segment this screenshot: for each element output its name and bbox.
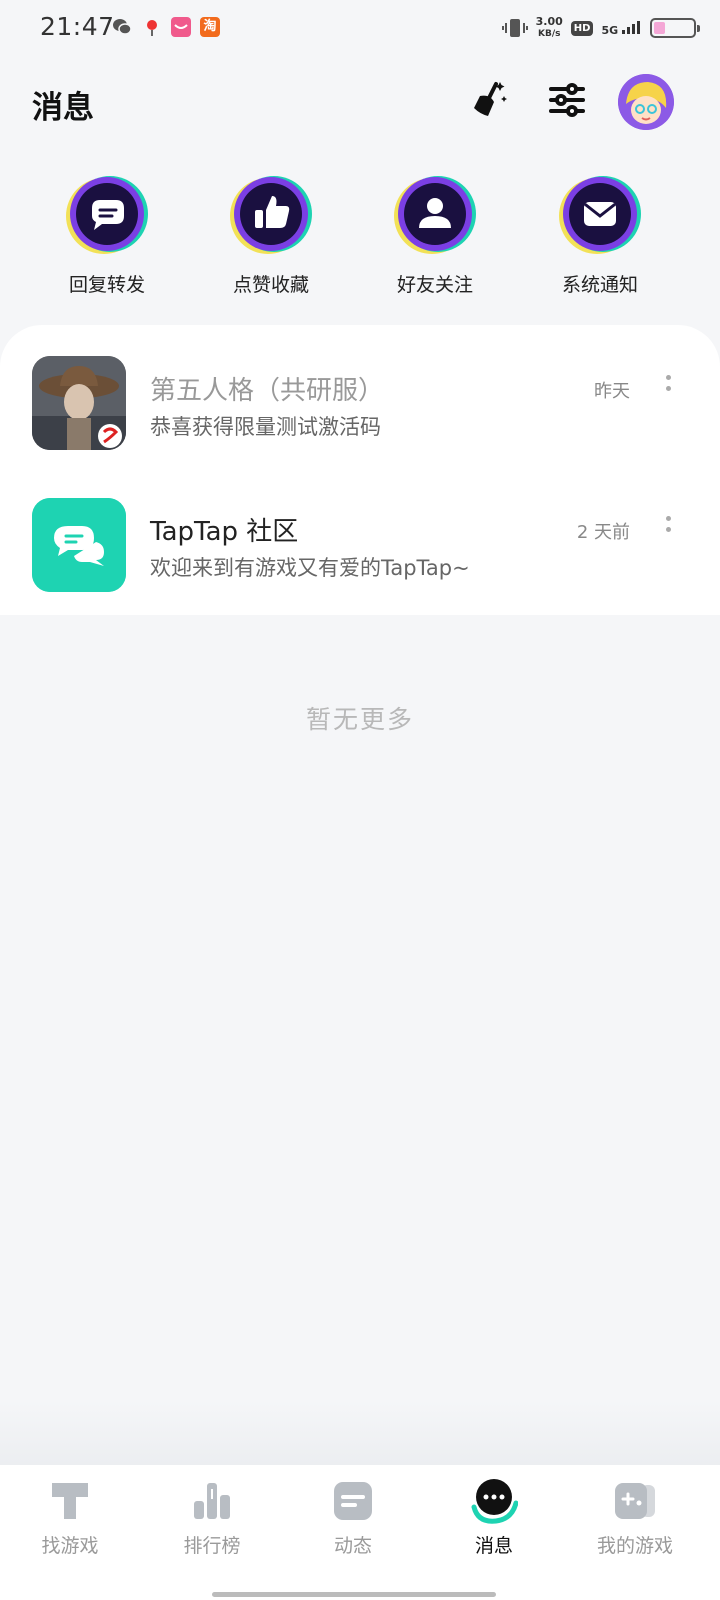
nav-find-game[interactable]: 找游戏 <box>10 1477 130 1558</box>
filter-settings-icon[interactable] <box>545 78 589 122</box>
no-more-text: 暂无更多 <box>305 705 414 734</box>
nav-label: 排行榜 <box>183 1535 241 1557</box>
nav-my-games[interactable]: 我的游戏 <box>575 1477 695 1558</box>
message-list: 第五人格（共研服） 恭喜获得限量测试激活码 昨天 TapTap 社区 欢迎来到有… <box>0 325 720 615</box>
message-icon <box>470 1477 519 1525</box>
page-title: 消息 <box>32 90 94 126</box>
nav-label: 找游戏 <box>41 1535 99 1557</box>
friend-person-icon <box>392 172 478 258</box>
battery-level <box>654 22 665 34</box>
nav-feed[interactable]: 动态 <box>293 1477 413 1558</box>
nav-label: 消息 <box>474 1535 513 1557</box>
ranking-icon <box>188 1477 236 1525</box>
signal-5g: 5G <box>601 20 642 37</box>
category-label: 回复转发 <box>68 274 145 296</box>
category-friends[interactable]: 好友关注 <box>375 172 495 297</box>
bottom-nav: 找游戏 排行榜 动态 消息 我的游戏 <box>0 1465 720 1600</box>
message-time: 2 天前 <box>576 522 630 543</box>
category-label: 系统通知 <box>561 274 638 296</box>
bottom-shade <box>0 1400 720 1465</box>
category-label: 点赞收藏 <box>232 274 309 296</box>
status-bar: 21:47 淘 3.00 KB/s HD 5G <box>0 0 720 58</box>
thumbs-up-icon <box>228 172 314 258</box>
message-title: 第五人格（共研服） <box>150 376 385 406</box>
home-indicator[interactable] <box>212 1592 496 1597</box>
more-options-icon[interactable] <box>656 512 680 548</box>
signal-bars-icon <box>622 20 640 34</box>
find-game-icon <box>46 1477 94 1525</box>
message-subtitle: 欢迎来到有游戏又有爱的TapTap~ <box>150 556 470 580</box>
nav-ranking[interactable]: 排行榜 <box>152 1477 272 1558</box>
feed-icon <box>329 1477 377 1525</box>
nav-label: 动态 <box>333 1535 372 1557</box>
list-item[interactable]: TapTap 社区 欢迎来到有游戏又有爱的TapTap~ 2 天前 <box>0 494 720 614</box>
category-reply[interactable]: 回复转发 <box>47 172 167 297</box>
list-item[interactable]: 第五人格（共研服） 恭喜获得限量测试激活码 昨天 <box>0 353 720 473</box>
taobao-icon: 淘 <box>200 17 220 37</box>
mail-envelope-icon <box>557 172 643 258</box>
hd-badge: HD <box>570 20 594 36</box>
clean-broom-icon[interactable] <box>466 78 510 122</box>
message-title: TapTap 社区 <box>150 517 299 547</box>
game-avatar-identity-v <box>32 356 126 450</box>
vibrate-icon <box>501 19 528 37</box>
network-speed-unit: KB/s <box>537 29 561 39</box>
my-games-icon <box>611 1477 659 1525</box>
avatar[interactable] <box>618 74 674 130</box>
more-options-icon[interactable] <box>656 371 680 407</box>
maps-pin-icon <box>142 17 162 37</box>
network-speed: 3.00 KB/s <box>536 16 563 40</box>
status-time: 21:47 <box>40 12 115 41</box>
nav-message[interactable]: 消息 <box>434 1477 554 1558</box>
message-subtitle: 恭喜获得限量测试激活码 <box>150 415 381 439</box>
battery-icon <box>650 18 700 38</box>
pink-app-icon <box>171 17 191 37</box>
category-system[interactable]: 系统通知 <box>540 172 660 297</box>
network-speed-value: 3.00 <box>535 15 563 28</box>
wechat-icon <box>112 17 132 37</box>
category-label: 好友关注 <box>396 274 473 296</box>
reply-chat-icon <box>64 172 150 258</box>
taptap-community-avatar <box>32 498 126 592</box>
nav-label: 我的游戏 <box>596 1535 673 1557</box>
category-likes[interactable]: 点赞收藏 <box>211 172 331 297</box>
message-time: 昨天 <box>594 381 630 402</box>
signal-label: 5G <box>601 23 619 37</box>
